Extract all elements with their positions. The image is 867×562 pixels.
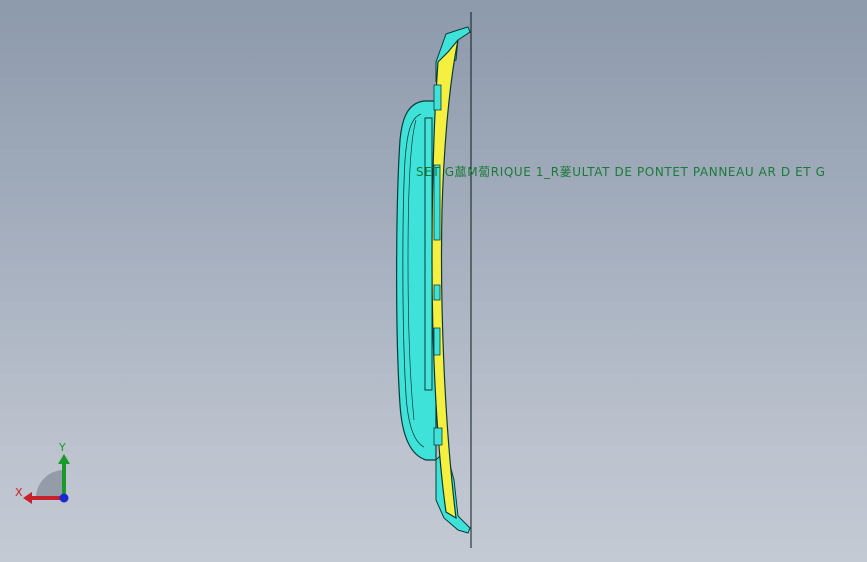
triad-y-label: Y [59,441,66,454]
part-side-rail[interactable] [424,117,433,391]
triad-quarter-disc [36,470,64,498]
triad-x-arrowhead [23,492,32,504]
triad-x-label: X [15,486,23,499]
geometric-set-annotation[interactable]: SET G蓏M蔔RIQUE 1_R蓌ULTAT DE PONTET PANNEA… [416,163,826,180]
graphics-viewport[interactable]: SET G蓏M蔔RIQUE 1_R蓌ULTAT DE PONTET PANNEA… [0,0,867,562]
cad-model[interactable] [0,0,867,562]
triad-arrows [23,454,70,504]
triad-y-arrowhead [58,454,70,464]
triad-z-origin [59,493,69,503]
axis-triad: X Y [12,440,76,510]
